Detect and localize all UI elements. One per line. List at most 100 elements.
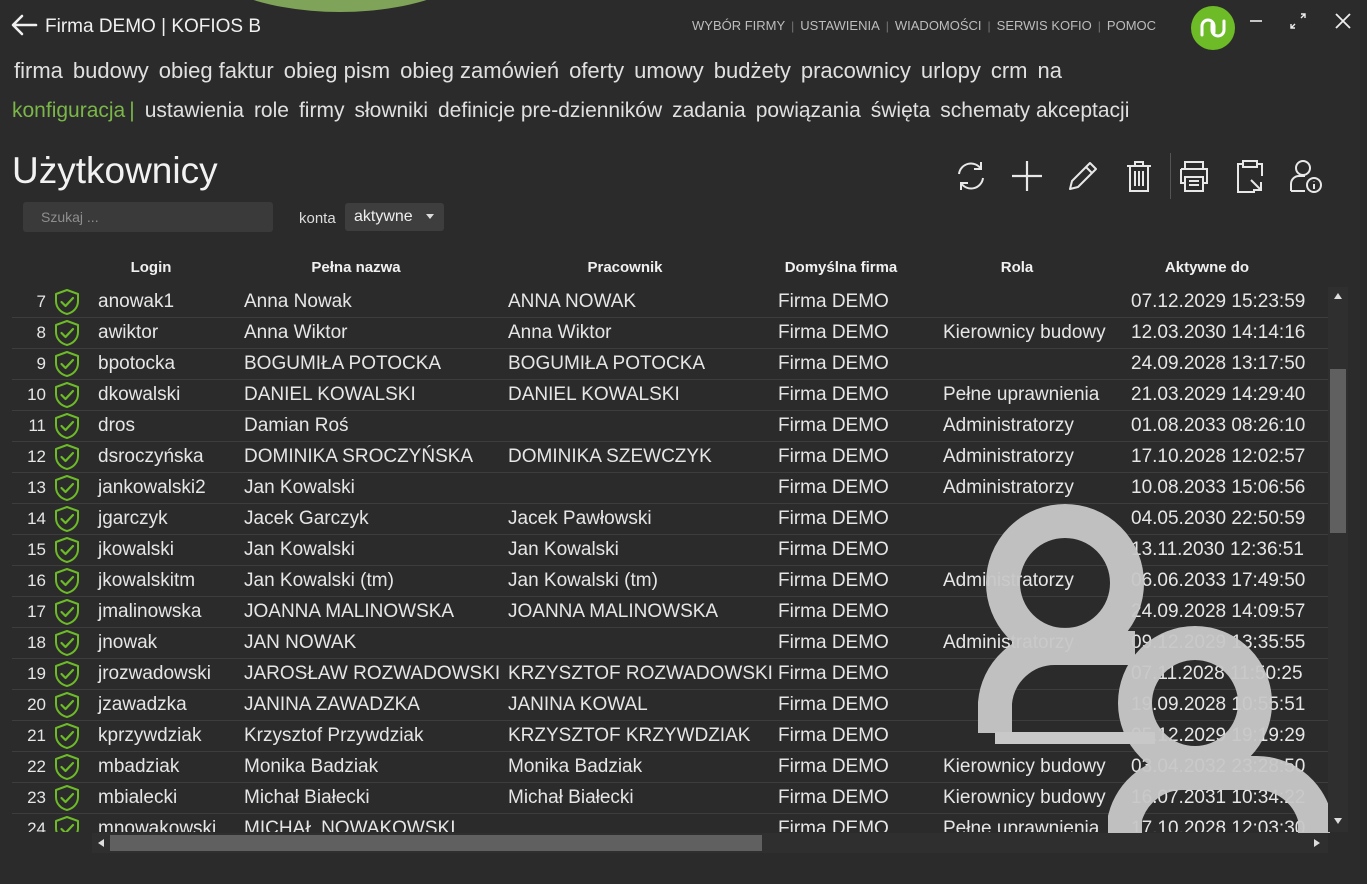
cell-login: jgarczyk <box>98 508 168 529</box>
table-row[interactable]: 16 jkowalskitm Jan Kowalski (tm) Jan Kowals… <box>12 566 1328 597</box>
table-row[interactable]: 14 jgarczyk Jacek Garczyk Jacek Pawłowski Fi… <box>12 504 1328 535</box>
table-row[interactable]: 11 dros Damian Roś Firma DEMO Administratorz… <box>12 411 1328 442</box>
subnav-role[interactable]: role <box>254 99 289 122</box>
module-obieg-zamowien[interactable]: obieg zamówień <box>400 58 559 83</box>
cell-role: Pełne uprawnienia <box>943 384 1100 405</box>
module-oferty[interactable]: oferty <box>569 58 624 83</box>
cell-login: mbadziak <box>98 756 180 777</box>
subnav-slowniki[interactable]: słowniki <box>354 99 428 122</box>
topnav-service[interactable]: SERWIS KOFIO <box>997 18 1092 33</box>
cell-active-until: 24.09.2028 13:17:50 <box>1131 353 1306 374</box>
cell-role: Administratorzy <box>943 477 1074 498</box>
table-row[interactable]: 24 mnowakowski MICHAŁ NOWAKOWSKI Firma DEMO… <box>12 814 1328 832</box>
topnav-help[interactable]: POMOC <box>1107 18 1156 33</box>
column-header-employee[interactable]: Pracownik <box>587 259 662 276</box>
subnav-zadania[interactable]: zadania <box>672 99 746 122</box>
user-info-button[interactable] <box>1285 155 1327 197</box>
topnav-settings[interactable]: USTAWIENIA <box>800 18 879 33</box>
table-row[interactable]: 15 jkowalski Jan Kowalski Jan Kowalski Firma… <box>12 535 1328 566</box>
accounts-filter-select[interactable]: aktywne <box>345 203 444 231</box>
export-button[interactable] <box>1229 155 1271 197</box>
table-row[interactable]: 17 jmalinowska JOANNA MALINOWSKA JOANNA MAL… <box>12 597 1328 628</box>
cell-role: Kierownicy budowy <box>943 787 1106 808</box>
cell-default-company: Firma DEMO <box>778 663 889 684</box>
export-icon <box>1237 160 1263 193</box>
subnav-konfiguracja[interactable]: konfiguracja <box>12 99 125 122</box>
close-icon[interactable] <box>1332 10 1354 32</box>
subnav-swieta[interactable]: święta <box>871 99 931 122</box>
print-button[interactable] <box>1173 155 1215 197</box>
table-row[interactable]: 8 awiktor Anna Wiktor Anna Wiktor Firma DEMO… <box>12 318 1328 349</box>
scroll-down-icon[interactable] <box>1334 818 1342 824</box>
table-row[interactable]: 23 mbialecki Michał Białecki Michał Białeck… <box>12 783 1328 814</box>
subnav-ustawienia[interactable]: ustawienia <box>145 99 244 122</box>
back-arrow-icon[interactable] <box>10 12 38 38</box>
table-row[interactable]: 7 anowak1 Anna Nowak ANNA NOWAK Firma DEMO 07… <box>12 287 1328 318</box>
search-input[interactable] <box>23 202 273 232</box>
module-obieg-pism[interactable]: obieg pism <box>284 58 390 83</box>
cell-default-company: Firma DEMO <box>778 601 889 622</box>
module-budowy[interactable]: budowy <box>73 58 149 83</box>
kofio-logo[interactable] <box>1191 6 1235 50</box>
cell-active-until: 09.12.2029 13:35:55 <box>1131 632 1306 653</box>
column-header-full-name[interactable]: Pełna nazwa <box>311 259 400 276</box>
table-row[interactable]: 21 kprzywdziak Krzysztof Przywdziak KRZYSZT… <box>12 721 1328 752</box>
subnav-firmy[interactable]: firmy <box>299 99 345 122</box>
column-header-active-until[interactable]: Aktywne do <box>1165 259 1249 276</box>
subnav-powiazania[interactable]: powiązania <box>756 99 861 122</box>
scroll-right-icon[interactable] <box>1314 839 1320 847</box>
cell-login: jankowalski2 <box>98 477 206 498</box>
shield-check-icon <box>53 350 81 378</box>
module-crm[interactable]: crm <box>991 58 1028 83</box>
table-row[interactable]: 22 mbadziak Monika Badziak Monika Badziak Fi… <box>12 752 1328 783</box>
table-row[interactable]: 18 jnowak JAN NOWAK Firma DEMO Administrator… <box>12 628 1328 659</box>
table-row[interactable]: 13 jankowalski2 Jan Kowalski Firma DEMO Admi… <box>12 473 1328 504</box>
delete-button[interactable] <box>1118 155 1160 197</box>
module-firma[interactable]: firma <box>14 58 63 83</box>
table-row[interactable]: 12 dsroczyńska DOMINIKA SROCZYŃSKA DOMINIKA… <box>12 442 1328 473</box>
module-pracownicy[interactable]: pracownicy <box>801 58 911 83</box>
module-truncated[interactable]: na <box>1037 58 1061 83</box>
horizontal-scrollbar[interactable] <box>92 833 1328 853</box>
scroll-left-icon[interactable] <box>98 839 104 847</box>
vertical-scrollbar[interactable] <box>1328 287 1348 832</box>
column-header-default-company[interactable]: Domyślna firma <box>785 259 898 276</box>
cell-default-company: Firma DEMO <box>778 756 889 777</box>
sub-navigation: konfiguracja | ustawienia role firmy słowniki… <box>12 99 1139 123</box>
cell-role: Kierownicy budowy <box>943 756 1106 777</box>
cell-role: Pełne uprawnienia <box>943 818 1100 832</box>
horizontal-scroll-thumb[interactable] <box>110 835 762 851</box>
edit-button[interactable] <box>1062 155 1104 197</box>
row-number: 7 <box>36 292 46 311</box>
row-number: 13 <box>27 478 46 497</box>
refresh-button[interactable] <box>950 155 992 197</box>
cell-employee: Jacek Pawłowski <box>508 508 652 529</box>
table-row[interactable]: 10 dkowalski DANIEL KOWALSKI DANIEL KOWALSK… <box>12 380 1328 411</box>
module-urlopy[interactable]: urlopy <box>921 58 981 83</box>
subnav-schematy-akceptacji[interactable]: schematy akceptacji <box>940 99 1129 122</box>
topnav-company-select[interactable]: WYBÓR FIRMY <box>692 18 785 33</box>
maximize-icon[interactable] <box>1287 10 1309 32</box>
module-umowy[interactable]: umowy <box>634 58 704 83</box>
add-button[interactable] <box>1006 155 1048 197</box>
cell-active-until: 13.11.2030 12:36:51 <box>1131 539 1304 560</box>
delete-icon <box>1127 161 1151 192</box>
column-header-login[interactable]: Login <box>131 259 172 276</box>
module-budzety[interactable]: budżety <box>714 58 791 83</box>
cell-employee: Jan Kowalski (tm) <box>508 570 658 591</box>
scroll-up-icon[interactable] <box>1334 293 1342 299</box>
topnav-messages[interactable]: WIADOMOŚCI <box>895 18 982 33</box>
minimize-icon[interactable] <box>1245 10 1267 32</box>
module-obieg-faktur[interactable]: obieg faktur <box>159 58 274 83</box>
table-row[interactable]: 9 bpotocka BOGUMIŁA POTOCKA BOGUMIŁA POTOCK… <box>12 349 1328 380</box>
cell-employee: DANIEL KOWALSKI <box>508 384 680 405</box>
cell-full-name: Jacek Garczyk <box>244 508 369 529</box>
table-row[interactable]: 20 jzawadzka JANINA ZAWADZKA JANINA KOWAL Fi… <box>12 690 1328 721</box>
vertical-scroll-thumb[interactable] <box>1330 369 1346 533</box>
column-header-role[interactable]: Rola <box>1001 259 1034 276</box>
cell-employee: KRZYSZTOF KRZYWDZIAK <box>508 725 751 746</box>
subnav-definicje[interactable]: definicje pre-dzienników <box>438 99 662 122</box>
table-row[interactable]: 19 jrozwadowski JAROSŁAW ROZWADOWSKI KRZYSZ… <box>12 659 1328 690</box>
cell-login: jmalinowska <box>98 601 202 622</box>
users-table-body: 7 anowak1 Anna Nowak ANNA NOWAK Firma DEMO 07… <box>12 287 1328 832</box>
